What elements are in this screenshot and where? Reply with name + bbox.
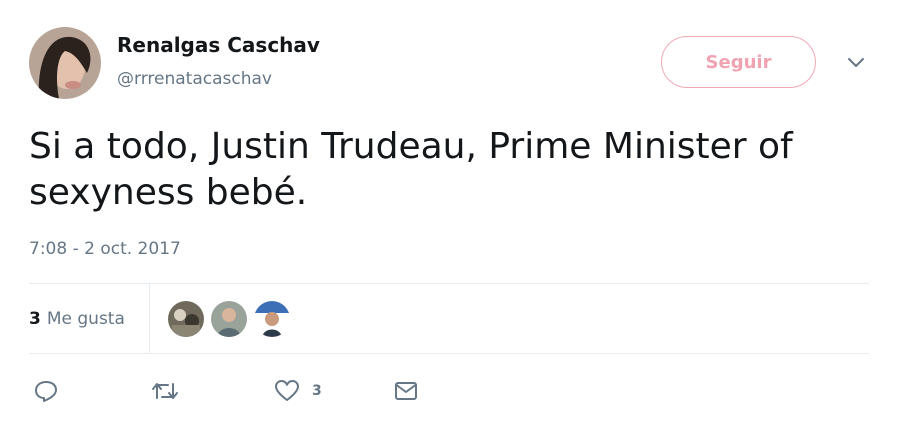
author-handle[interactable]: @rrrenatacaschav <box>117 69 272 89</box>
direct-message-button[interactable] <box>393 378 419 404</box>
author-display-name[interactable]: Renalgas Caschav <box>117 33 320 57</box>
likes-count: 3 <box>29 309 41 329</box>
tweet-text: Si a todo, Justin Trudeau, Prime Ministe… <box>29 126 793 213</box>
chevron-down-icon[interactable] <box>846 55 866 69</box>
liker-avatar[interactable] <box>168 301 204 337</box>
divider <box>29 283 869 284</box>
stat-separator <box>149 284 150 353</box>
divider <box>29 353 869 354</box>
liker-avatar[interactable] <box>254 301 290 337</box>
author-avatar[interactable] <box>29 27 101 99</box>
like-count: 3 <box>312 383 322 399</box>
heart-icon <box>275 380 299 401</box>
reply-icon <box>35 381 57 402</box>
likes-stat[interactable]: 3 Me gusta <box>29 309 125 329</box>
reply-button[interactable] <box>33 378 59 404</box>
retweet-icon <box>152 383 178 399</box>
envelope-icon <box>395 382 417 400</box>
follow-button[interactable]: Seguir <box>661 36 816 88</box>
retweet-button[interactable] <box>151 378 179 404</box>
liker-avatar[interactable] <box>211 301 247 337</box>
tweet-timestamp[interactable]: 7:08 - 2 oct. 2017 <box>29 239 181 259</box>
like-button[interactable]: 3 <box>274 378 322 404</box>
likes-label: Me gusta <box>46 309 125 329</box>
